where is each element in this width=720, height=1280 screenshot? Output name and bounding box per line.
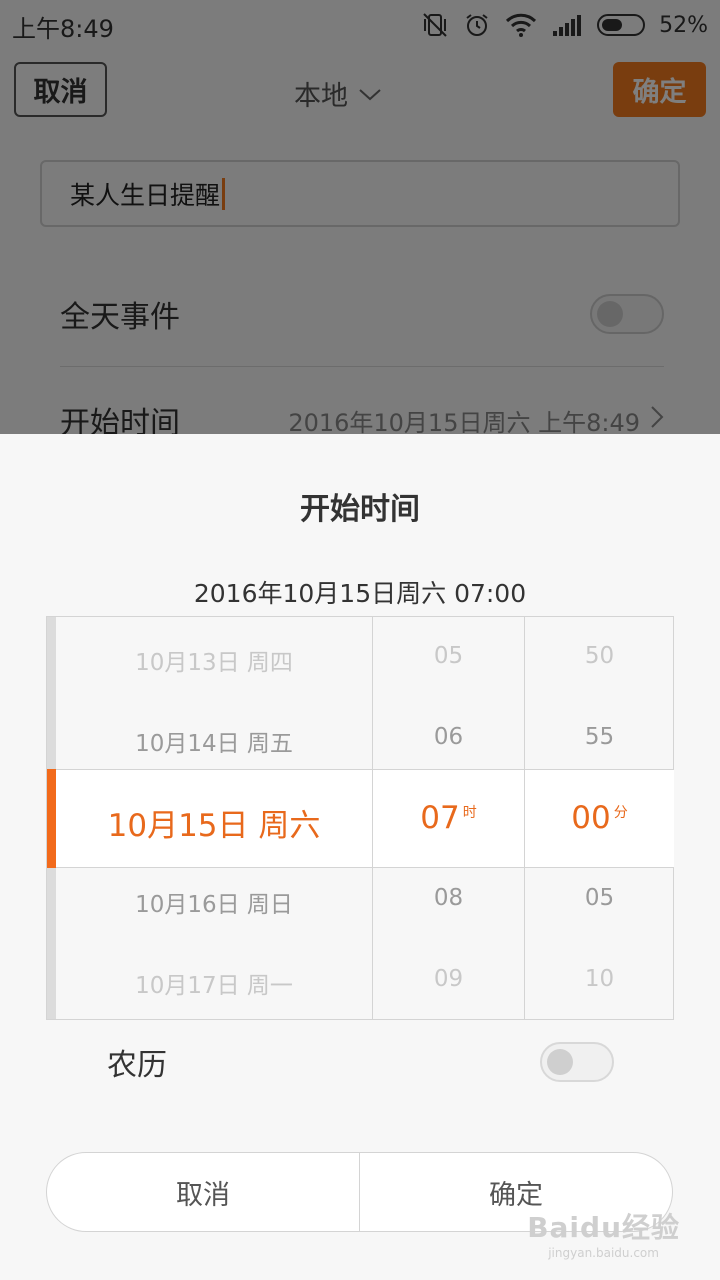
minute-option-selected[interactable]: 00 分 xyxy=(525,800,674,836)
watermark-sub: jingyan.baidu.com xyxy=(548,1246,659,1260)
lunar-label: 农历 xyxy=(107,1048,167,1083)
hour-option[interactable]: 06 xyxy=(373,724,524,750)
hour-option-selected[interactable]: 07 时 xyxy=(373,800,524,836)
sheet-cancel-button[interactable]: 取消 xyxy=(47,1153,359,1231)
watermark-main: Baidu经验 xyxy=(527,1211,680,1244)
hour-unit: 时 xyxy=(462,805,477,821)
minute-option[interactable]: 50 xyxy=(525,643,674,669)
selected-datetime-summary: 2016年10月15日周六 07:00 xyxy=(193,579,527,608)
hour-option[interactable]: 08 xyxy=(373,885,524,911)
hour-option[interactable]: 09 xyxy=(373,966,524,992)
minute-unit: 分 xyxy=(613,805,628,821)
datetime-picker: 10月13日 周四 10月14日 周五 10月15日 周六 10月16日 周日 … xyxy=(46,616,674,1020)
toggle-knob xyxy=(547,1049,573,1075)
hour-wheel[interactable]: 05 06 07 时 08 09 xyxy=(373,617,524,1019)
lunar-row[interactable]: 农历 xyxy=(107,1040,614,1084)
hour-option[interactable]: 05 xyxy=(373,643,524,669)
date-option[interactable]: 10月17日 周一 xyxy=(56,966,372,1000)
date-option[interactable]: 10月14日 周五 xyxy=(56,724,372,758)
date-wheel[interactable]: 10月13日 周四 10月14日 周五 10月15日 周六 10月16日 周日 … xyxy=(56,617,372,1019)
date-option[interactable]: 10月13日 周四 xyxy=(56,643,372,677)
minute-option[interactable]: 10 xyxy=(525,966,674,992)
lunar-toggle[interactable] xyxy=(540,1042,614,1082)
minute-wheel[interactable]: 50 55 00 分 05 10 xyxy=(525,617,674,1019)
selection-indicator xyxy=(47,769,56,868)
start-time-sheet: 开始时间 2016年10月15日周六 07:00 10月13日 周四 10月14… xyxy=(0,434,720,1280)
date-option[interactable]: 10月16日 周日 xyxy=(56,885,372,919)
sheet-title: 开始时间 xyxy=(300,492,420,527)
minute-value: 00 xyxy=(571,800,611,836)
minute-option[interactable]: 55 xyxy=(525,724,674,750)
date-option-selected[interactable]: 10月15日 周六 xyxy=(56,800,372,845)
minute-option[interactable]: 05 xyxy=(525,885,674,911)
hour-value: 07 xyxy=(420,800,460,836)
baidu-jingyan-watermark: Baidu经验 jingyan.baidu.com xyxy=(527,1206,680,1260)
